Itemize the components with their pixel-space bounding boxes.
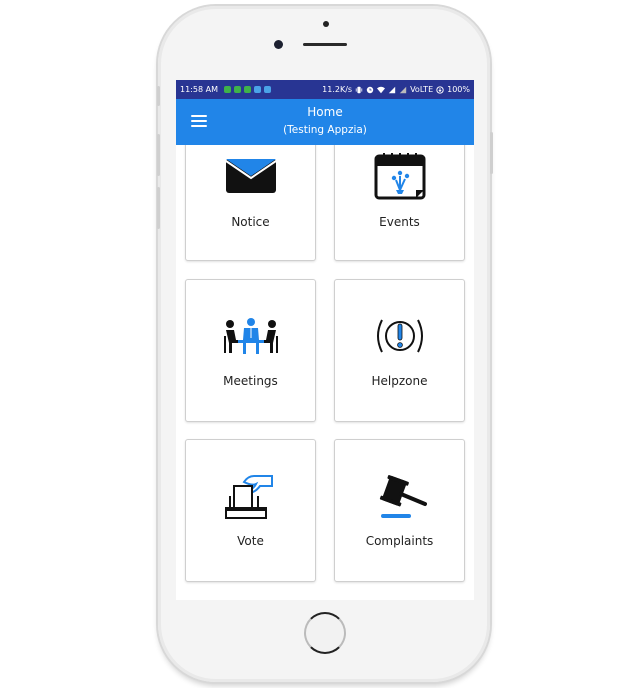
page-subtitle: (Testing Appzia) [283, 124, 367, 136]
tile-label: Events [379, 215, 420, 229]
page-title: Home [307, 105, 343, 119]
battery-level: 100% [447, 85, 470, 94]
notification-icon [233, 86, 241, 93]
status-bar: 11:58 AM 11.2K/s VoLTE 100% [176, 80, 474, 99]
front-camera [274, 40, 283, 49]
ballot-box-icon [224, 475, 273, 519]
tile-vote[interactable]: Vote [185, 439, 316, 582]
tile-helpzone[interactable]: Helpzone [334, 279, 465, 422]
meeting-people-icon [223, 318, 278, 354]
vibrate-icon [355, 86, 363, 93]
home-button[interactable] [304, 612, 346, 654]
tile-label: Complaints [365, 534, 434, 548]
mute-switch [157, 86, 160, 106]
tile-label: Notice [231, 215, 270, 229]
tile-label: Helpzone [371, 374, 428, 388]
proximity-sensor [323, 21, 329, 27]
wifi-icon [377, 86, 386, 93]
calendar-fireworks-icon [374, 153, 425, 200]
tile-meetings[interactable]: Meetings [185, 279, 316, 422]
notification-icon [223, 86, 231, 93]
tile-complaints[interactable]: Complaints [334, 439, 465, 582]
power-button [490, 132, 493, 174]
earpiece-speaker [303, 43, 347, 46]
alert-exclamation-icon [376, 319, 423, 353]
signal-icon [399, 86, 407, 93]
notification-icon [263, 86, 271, 93]
volume-up-button [157, 134, 160, 176]
tile-label: Meetings [223, 374, 278, 388]
app-bar: Home (Testing Appzia) [176, 99, 474, 145]
tile-events[interactable]: Events [334, 130, 465, 261]
screen-bottom-area [176, 600, 474, 607]
battery-saver-icon [436, 85, 444, 94]
status-time: 11:58 AM [180, 85, 218, 94]
alarm-icon [366, 86, 374, 93]
gavel-icon [379, 475, 427, 518]
notification-icon [253, 86, 261, 93]
tile-grid: Notice Events Meetings Helpzone Vote Com… [176, 80, 474, 607]
network-type: VoLTE [410, 85, 434, 94]
envelope-icon [224, 159, 277, 193]
phone-screen: 11:58 AM 11.2K/s VoLTE 100% Home (Testin… [176, 80, 474, 607]
volume-down-button [157, 187, 160, 229]
network-speed: 11.2K/s [322, 85, 353, 94]
tile-label: Vote [237, 534, 264, 548]
notification-icon [243, 86, 251, 93]
tile-notice[interactable]: Notice [185, 130, 316, 261]
signal-icon [388, 86, 396, 93]
